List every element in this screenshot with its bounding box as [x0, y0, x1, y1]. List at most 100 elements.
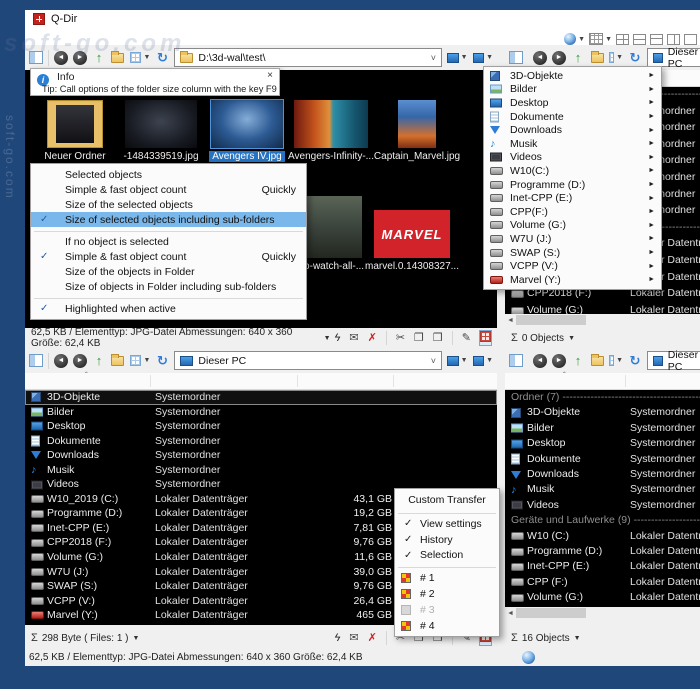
- status-dropdown-icon[interactable]: ▼: [133, 635, 140, 642]
- view-mode-button[interactable]: ▼: [609, 49, 623, 67]
- file-row[interactable]: Bilder Systemordner: [25, 405, 497, 420]
- menu-bar-item[interactable]: [29, 36, 43, 38]
- file-row[interactable]: Dokumente Systemordner: [505, 452, 700, 467]
- file-row[interactable]: Inet-CPP (E:) Lokaler Datenträger: [505, 559, 700, 574]
- pane-target-button-1[interactable]: ▼: [447, 352, 467, 370]
- menu-item[interactable]: ✓ Size of the objects in Folder: [31, 264, 306, 279]
- menu-bar-item[interactable]: [85, 36, 99, 38]
- forward-button[interactable]: ►: [552, 51, 566, 65]
- refresh-button[interactable]: ↻: [628, 49, 642, 67]
- forward-button[interactable]: ►: [73, 354, 87, 368]
- refresh-button[interactable]: ↻: [155, 49, 169, 67]
- file-row[interactable]: Ordner (7) -----------------------------…: [505, 390, 700, 405]
- up-button[interactable]: ↑: [92, 352, 106, 370]
- file-thumbnail[interactable]: Avengers IV.jpg: [206, 100, 288, 162]
- paste-icon[interactable]: ❒: [433, 332, 443, 344]
- mail-icon[interactable]: ✉: [349, 632, 358, 644]
- file-thumbnail[interactable]: Neuer Ordner: [34, 100, 116, 162]
- close-icon[interactable]: ×: [267, 70, 273, 81]
- file-row[interactable]: Downloads Systemordner: [505, 467, 700, 482]
- menu-item[interactable]: ✓ Size of the selected objects: [31, 197, 306, 212]
- menu-item[interactable]: ✓: [395, 563, 499, 570]
- layout-quad-button[interactable]: [616, 34, 629, 45]
- menu-item[interactable]: Programme (D:) ►: [484, 178, 661, 192]
- folder-tree-toggle-button[interactable]: [509, 352, 523, 370]
- menu-item[interactable]: ✓: [395, 509, 499, 516]
- menu-item[interactable]: 3D-Objekte ►: [484, 69, 661, 83]
- folder-tree-toggle-button[interactable]: [29, 49, 43, 67]
- title-bar[interactable]: Q-Dir: [25, 10, 700, 28]
- cut-icon[interactable]: ✂: [396, 332, 405, 344]
- menu-item[interactable]: Dokumente ►: [484, 110, 661, 124]
- forward-button[interactable]: ►: [552, 354, 566, 368]
- menu-item[interactable]: ✓: [31, 227, 306, 234]
- menu-item[interactable]: Desktop ►: [484, 96, 661, 110]
- menu-item[interactable]: VCPP (V:) ►: [484, 259, 661, 273]
- globe-icon[interactable]: [522, 651, 535, 664]
- menu-bar-item[interactable]: [57, 36, 71, 38]
- folder-tree-toggle-button[interactable]: [509, 49, 523, 67]
- pane-target-button-1[interactable]: ▼: [447, 49, 467, 67]
- status-dropdown-icon[interactable]: ▼: [324, 335, 331, 342]
- refresh-button[interactable]: ↻: [628, 352, 642, 370]
- qdir-grid-icon[interactable]: [480, 331, 491, 345]
- menu-item[interactable]: ✓: [31, 294, 306, 301]
- menu-item[interactable]: SWAP (S:) ►: [484, 246, 661, 260]
- file-row[interactable]: Dokumente Systemordner: [25, 434, 497, 449]
- menu-item[interactable]: ✓ Simple & fast object count Quickly: [31, 182, 306, 197]
- new-folder-button[interactable]: [111, 49, 125, 67]
- edit-icon[interactable]: ✎: [462, 332, 471, 344]
- flash-icon[interactable]: ϟ: [335, 332, 341, 344]
- file-row[interactable]: Volume (G:) Lokaler Datenträger: [505, 303, 700, 314]
- address-bar[interactable]: D:\3d-wal\test\ ˅: [174, 48, 442, 67]
- status-dropdown-icon[interactable]: ▼: [574, 635, 581, 642]
- menu-item[interactable]: ✓ # 1: [395, 570, 499, 586]
- menu-item[interactable]: Inet-CPP (E:) ►: [484, 191, 661, 205]
- pane-target-button-2[interactable]: ▼: [473, 352, 493, 370]
- forward-button[interactable]: ►: [73, 51, 87, 65]
- file-row[interactable]: 3D-Objekte Systemordner: [505, 405, 700, 420]
- new-folder-button[interactable]: [111, 352, 125, 370]
- refresh-button[interactable]: ↻: [155, 352, 169, 370]
- menu-item[interactable]: Musik ►: [484, 137, 661, 151]
- layout-hsplit-button[interactable]: [633, 34, 646, 45]
- status-dropdown-icon[interactable]: ▼: [568, 335, 575, 342]
- folder-tree-toggle-button[interactable]: [29, 352, 43, 370]
- flash-icon[interactable]: ϟ: [335, 632, 341, 644]
- address-dropdown-icon[interactable]: ˅: [431, 53, 436, 63]
- layout-vsplit-button[interactable]: [667, 34, 680, 45]
- back-button[interactable]: ◄: [54, 51, 68, 65]
- menu-bar-item[interactable]: [43, 36, 57, 38]
- menu-item[interactable]: Downloads ►: [484, 123, 661, 137]
- menu-item[interactable]: ✓ If no object is selected: [31, 234, 306, 249]
- file-thumbnail[interactable]: Avengers-Infinity-...: [290, 100, 372, 162]
- menu-item[interactable]: W10(C:) ►: [484, 164, 661, 178]
- file-row[interactable]: Desktop Systemordner: [505, 436, 700, 451]
- menu-item[interactable]: ✓ # 3: [395, 602, 499, 618]
- file-thumbnail[interactable]: -1484339519.jpg: [120, 100, 202, 162]
- file-row[interactable]: CPP (F:) Lokaler Datenträger: [505, 575, 700, 590]
- file-thumbnail[interactable]: Captain_Marvel.jpg: [376, 100, 458, 162]
- bottom-right-file-list[interactable]: Ordner (7) -----------------------------…: [505, 390, 700, 607]
- new-folder-button[interactable]: [590, 49, 604, 67]
- scroll-left-icon[interactable]: ◄: [505, 317, 516, 324]
- file-thumbnail[interactable]: MARVEL marvel.0.14308327...: [371, 210, 453, 272]
- menu-item[interactable]: ✓ Selected objects: [31, 167, 306, 182]
- address-dropdown-icon[interactable]: ˅: [431, 356, 436, 366]
- menu-item[interactable]: W7U (J:) ►: [484, 232, 661, 246]
- up-button[interactable]: ↑: [92, 49, 106, 67]
- file-row[interactable]: Bilder Systemordner: [505, 421, 700, 436]
- file-row[interactable]: 3D-Objekte Systemordner: [25, 390, 497, 405]
- file-row[interactable]: Geräte und Laufwerke (9) ---------------…: [505, 513, 700, 528]
- address-bar[interactable]: Dieser PC: [647, 351, 700, 370]
- address-bar[interactable]: Dieser PC ˅: [174, 351, 442, 370]
- file-row[interactable]: W10 (C:) Lokaler Datenträger: [505, 529, 700, 544]
- view-mode-button[interactable]: ▼: [130, 352, 150, 370]
- menu-item[interactable]: ✓ # 2: [395, 586, 499, 602]
- file-row[interactable]: Programme (D:) Lokaler Datenträger: [505, 544, 700, 559]
- mail-icon[interactable]: ✉: [349, 332, 358, 344]
- scrollbar-thumb[interactable]: [516, 315, 586, 325]
- menu-item[interactable]: Volume (G:) ►: [484, 219, 661, 233]
- menu-bar-item[interactable]: [99, 36, 113, 38]
- pane-target-button-2[interactable]: ▼: [473, 49, 493, 67]
